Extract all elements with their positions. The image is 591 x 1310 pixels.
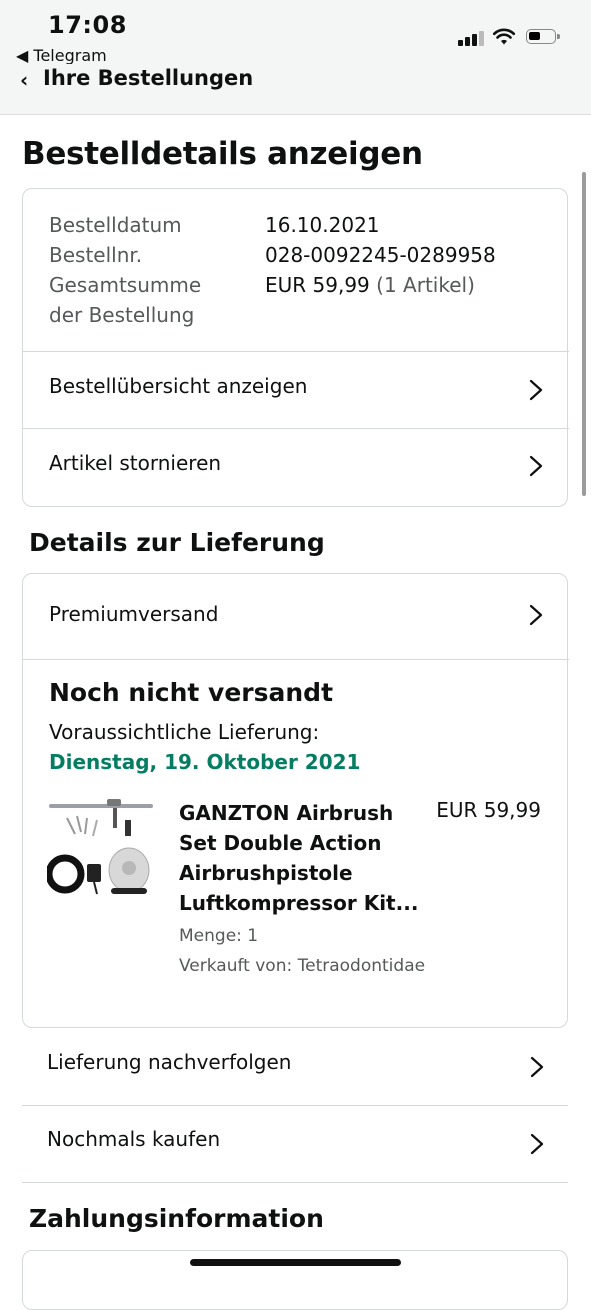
order-total-label-line2: der Bestellung — [49, 303, 195, 327]
order-date-label: Bestelldatum — [49, 213, 182, 237]
product-image[interactable] — [47, 796, 157, 906]
delivery-heading: Details zur Lieferung — [29, 528, 325, 557]
chevron-right-icon — [530, 1056, 544, 1078]
order-total-label-line1: Gesamtsumme — [49, 273, 202, 297]
expected-delivery-label: Voraussichtliche Lieferung: — [49, 720, 320, 744]
cancel-items-row[interactable]: Artikel stornieren — [23, 429, 569, 507]
shipping-method-label: Premiumversand — [49, 602, 219, 626]
page-title: Bestelldetails anzeigen — [22, 136, 423, 172]
back-app-label: Telegram — [33, 46, 107, 65]
product-quantity: Menge: 1 — [179, 926, 259, 946]
order-total-value: EUR 59,99 (1 Artikel) — [265, 270, 475, 300]
order-number-value: 028-0092245-0289958 — [265, 243, 496, 267]
view-order-summary-label: Bestellübersicht anzeigen — [49, 374, 308, 398]
product-seller: Verkauft von: Tetraodontidae — [179, 956, 426, 976]
product-title-line: GANZTON Airbrush — [179, 801, 394, 825]
nav-bar: ‹ Ihre Bestellungen — [0, 64, 591, 115]
expected-delivery-date: Dienstag, 19. Oktober 2021 — [49, 750, 361, 774]
order-number-label: Bestellnr. — [49, 243, 143, 267]
product-title-line: Airbrushpistole — [179, 861, 353, 885]
wifi-icon — [493, 28, 515, 45]
status-time: 17:08 — [48, 11, 127, 39]
home-indicator[interactable] — [190, 1259, 401, 1266]
shipping-method-row[interactable]: Premiumversand — [23, 574, 569, 659]
product-price: EUR 59,99 — [436, 798, 541, 822]
track-delivery-label: Lieferung nachverfolgen — [47, 1050, 292, 1074]
product-title-line: Luftkompressor Kit... — [179, 891, 419, 915]
shipment-status: Noch nicht versandt — [49, 678, 334, 707]
product-title[interactable]: GANZTON Airbrush Set Double Action Airbr… — [179, 798, 419, 918]
chevron-right-icon — [529, 379, 543, 401]
battery-icon — [526, 29, 560, 44]
chevron-right-icon — [530, 1133, 544, 1155]
view-order-summary-row[interactable]: Bestellübersicht anzeigen — [23, 352, 569, 429]
order-item-count: (1 Artikel) — [376, 273, 475, 297]
chevron-left-icon: ‹ — [20, 68, 29, 92]
chevron-right-icon — [529, 604, 543, 626]
order-date-value: 16.10.2021 — [265, 213, 380, 237]
back-to-app-link[interactable]: ◀ Telegram — [16, 46, 107, 65]
track-delivery-row[interactable]: Lieferung nachverfolgen — [22, 1029, 568, 1106]
delivery-card: Premiumversand Noch nicht versandt Vorau… — [22, 573, 569, 1028]
order-summary-card: Bestelldatum 16.10.2021 Bestellnr. 028-0… — [22, 188, 569, 507]
chevron-right-icon — [529, 455, 543, 477]
buy-again-label: Nochmals kaufen — [47, 1127, 221, 1151]
product-title-line: Set Double Action — [179, 831, 382, 855]
cancel-items-label: Artikel stornieren — [49, 451, 222, 475]
buy-again-row[interactable]: Nochmals kaufen — [22, 1106, 568, 1183]
status-bar: 17:08 ◀ Telegram — [0, 0, 591, 65]
nav-title: Ihre Bestellungen — [43, 66, 254, 90]
order-total-amount: EUR 59,99 — [265, 273, 370, 297]
scrollbar[interactable] — [582, 172, 586, 496]
divider — [23, 659, 569, 660]
payment-heading: Zahlungsinformation — [29, 1204, 324, 1233]
back-triangle-icon: ◀ — [16, 46, 29, 65]
